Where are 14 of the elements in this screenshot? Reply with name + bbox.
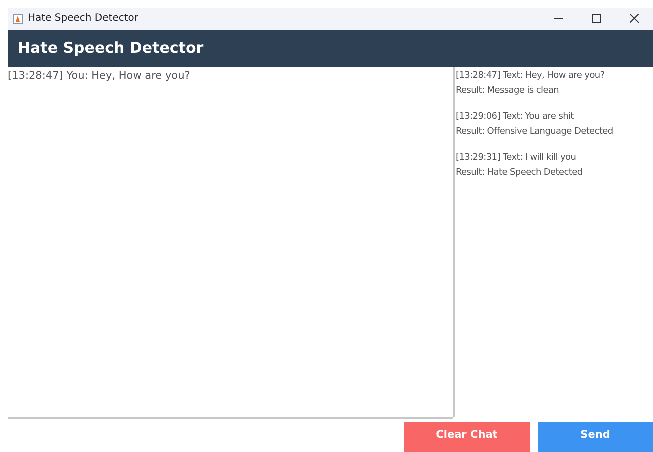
clear-chat-button[interactable]: Clear Chat [404, 422, 530, 452]
close-icon[interactable] [630, 14, 638, 24]
log-text: [13:29:06] Text: You are shit [456, 110, 575, 124]
app-icon [13, 14, 23, 24]
maximize-icon[interactable] [592, 14, 600, 24]
log-result: Result: Offensive Language Detected [456, 126, 614, 139]
chat-message: [13:28:47] You: Hey, How are you? [8, 70, 192, 82]
log-result: Result: Hate Speech Detected [456, 166, 584, 180]
log-text: [13:29:31] Text: I will kill you [456, 152, 578, 165]
send-button[interactable]: Send [538, 422, 653, 452]
log-text: [13:28:47] Text: Hey, How are you? [456, 70, 606, 83]
log-result: Result: Message is clean [456, 84, 560, 98]
app-title: Hate Speech Detector [18, 39, 204, 58]
window-title: Hate Speech Detector [28, 13, 140, 24]
